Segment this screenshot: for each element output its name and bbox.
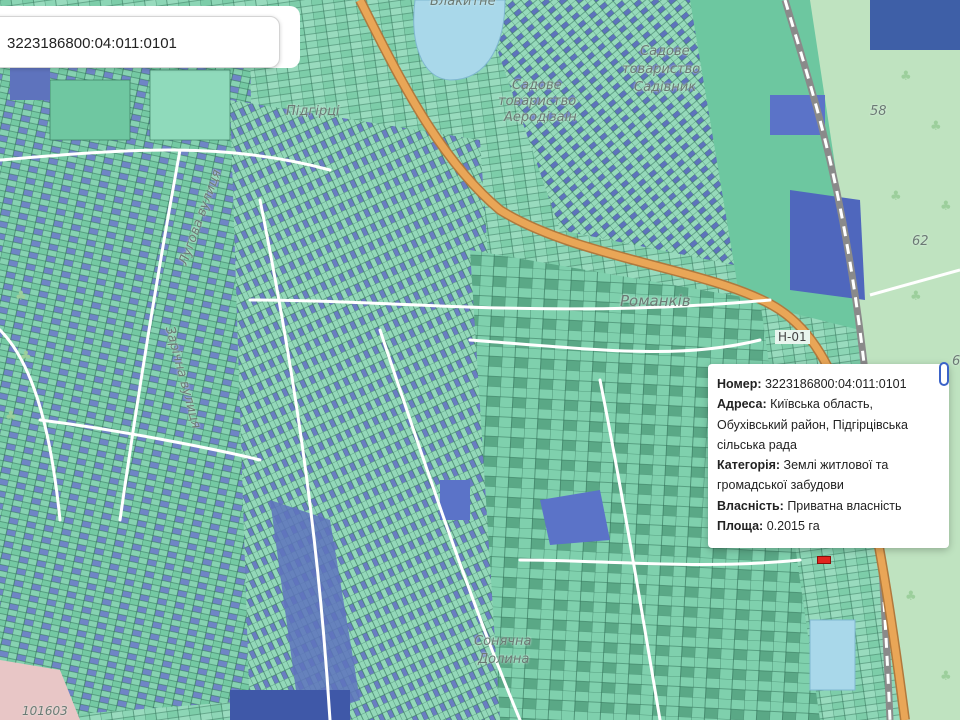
cadastral-number-search-input[interactable] bbox=[7, 31, 267, 55]
category-label: Категорія: bbox=[717, 458, 781, 473]
svg-text:♣: ♣ bbox=[15, 289, 27, 304]
number-label: Номер: bbox=[717, 377, 762, 391]
search-box bbox=[0, 16, 280, 68]
svg-text:♣: ♣ bbox=[900, 69, 912, 84]
svg-text:♣: ♣ bbox=[940, 669, 952, 684]
area-label: Площа: bbox=[717, 519, 764, 534]
popup-row-category: Категорія: Землі житлової та громадської… bbox=[717, 455, 941, 496]
popup-row-area: Площа: 0.2015 га bbox=[717, 516, 941, 536]
popup-row-number: Номер: 3223186800:04:011:0101 bbox=[717, 374, 941, 394]
svg-text:♣: ♣ bbox=[5, 409, 17, 424]
search-panel bbox=[0, 6, 300, 68]
selected-parcel-marker[interactable] bbox=[817, 556, 831, 564]
parcel-info-popup: Номер: 3223186800:04:011:0101 Адреса: Ки… bbox=[708, 362, 949, 548]
popup-row-ownership: Власність: Приватна власність bbox=[717, 496, 941, 516]
close-icon[interactable] bbox=[939, 362, 949, 386]
number-value: 3223186800:04:011:0101 bbox=[764, 377, 907, 391]
svg-text:♣: ♣ bbox=[930, 119, 942, 134]
svg-text:♣: ♣ bbox=[20, 349, 32, 364]
svg-text:♣: ♣ bbox=[905, 589, 917, 604]
address-label: Адреса: bbox=[717, 397, 767, 412]
svg-text:♣: ♣ bbox=[890, 189, 902, 204]
svg-text:♣: ♣ bbox=[940, 199, 952, 214]
svg-text:♣: ♣ bbox=[910, 289, 922, 304]
cadastral-map[interactable]: ♣♣♣ ♣♣♣ ♣♣♣ ♣♣ bbox=[0, 0, 960, 720]
ownership-label: Власність: bbox=[717, 498, 784, 513]
popup-row-address: Адреса: Київська область, Обухівський ра… bbox=[717, 394, 941, 455]
ownership-value: Приватна власність bbox=[787, 498, 902, 513]
area-value: 0.2015 га bbox=[766, 519, 820, 534]
